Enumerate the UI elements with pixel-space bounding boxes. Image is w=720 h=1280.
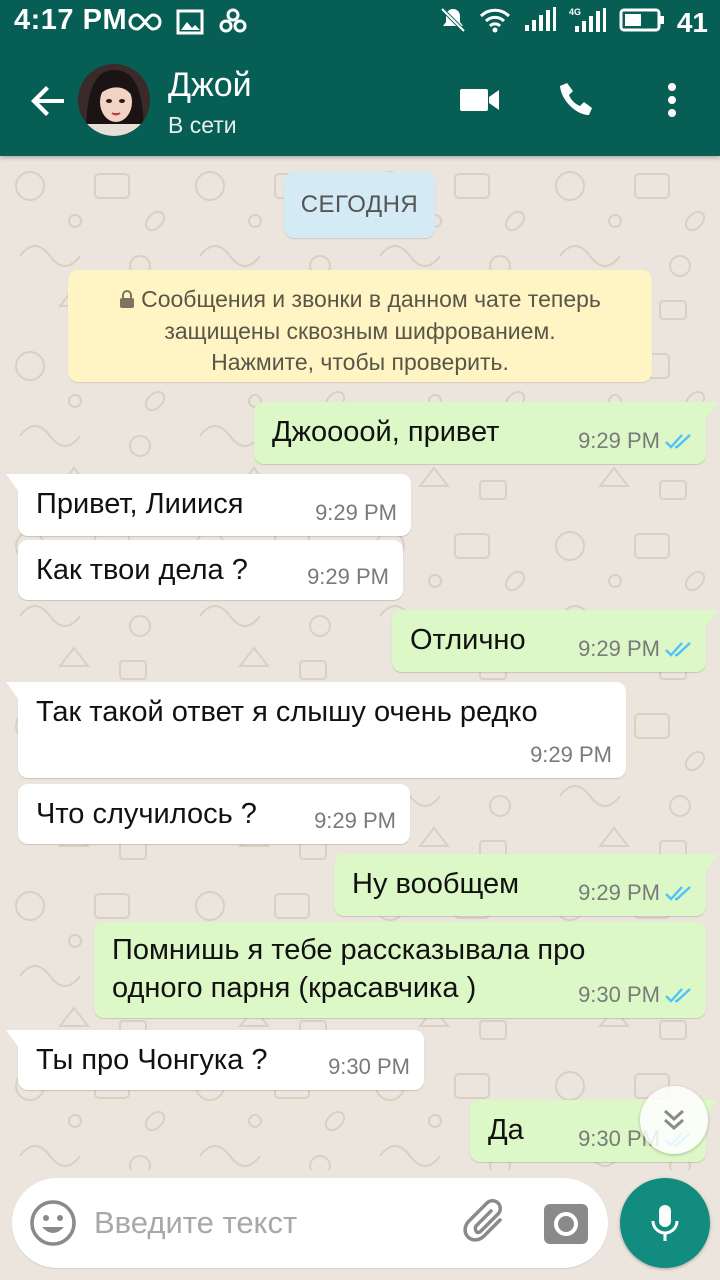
message-incoming[interactable]: Что случилось ? 9:29 PM: [18, 784, 410, 844]
bubble-tail: [6, 474, 26, 496]
message-text: Да: [488, 1114, 524, 1146]
message-text: Привет, Лииися: [36, 488, 244, 520]
message-outgoing[interactable]: Ну вообщем 9:29 PM: [334, 854, 718, 916]
infinity-icon: [128, 11, 162, 38]
message-time: 9:29 PM: [530, 742, 612, 767]
message-outgoing[interactable]: Отлично 9:29 PM: [392, 610, 718, 672]
phone-icon: [560, 83, 592, 115]
battery-level: 41: [676, 6, 708, 38]
camera-icon: [544, 1204, 588, 1244]
paperclip-icon: [463, 1199, 502, 1242]
message-time: 9:29 PM: [315, 500, 397, 525]
message-time: 9:29 PM: [578, 880, 660, 905]
message-text: Ты про Чонгука ?: [36, 1044, 268, 1076]
message-incoming[interactable]: Привет, Лииися 9:29 PM: [6, 474, 411, 536]
composer: [0, 1170, 720, 1280]
emoji-button[interactable]: [28, 1198, 78, 1248]
lock-icon: [119, 285, 135, 316]
message-input-container: [12, 1178, 608, 1268]
encryption-notice[interactable]: Сообщения и звонки в данном чате теперь …: [68, 270, 652, 382]
encryption-notice-line1: Сообщения и звонки в данном чате теперь: [141, 286, 601, 312]
chat-header: Джой В сети: [0, 44, 720, 156]
video-call-button[interactable]: [454, 74, 506, 126]
voice-record-button[interactable]: [620, 1178, 710, 1268]
back-button[interactable]: [26, 78, 72, 124]
contact-status: В сети: [168, 112, 237, 138]
arrow-left-icon: [31, 86, 64, 116]
contact-avatar[interactable]: [78, 64, 150, 136]
message-time: 9:30 PM: [578, 982, 660, 1007]
message-incoming[interactable]: Так такой ответ я слышу очень редко 9:29…: [6, 682, 626, 778]
message-time: 9:29 PM: [314, 808, 396, 833]
camera-button[interactable]: [540, 1198, 592, 1248]
double-check-icon: [665, 434, 691, 449]
attach-button[interactable]: [460, 1196, 514, 1250]
status-bar: 4:17 PM 4G 41: [0, 0, 720, 44]
double-check-icon: [665, 642, 691, 657]
message-text: Ну вообщем: [352, 868, 520, 900]
message-time: 9:29 PM: [307, 564, 389, 589]
encryption-notice-line2: защищены сквозным шифрованием.: [164, 318, 556, 344]
message-time: 9:30 PM: [328, 1054, 410, 1079]
image-icon: [176, 9, 204, 40]
battery-icon: [619, 7, 665, 38]
double-chevron-down-icon: [664, 1109, 684, 1131]
emoji-icon: [30, 1200, 76, 1246]
avatar: [78, 64, 150, 136]
message-incoming[interactable]: Ты про Чонгука ? 9:30 PM: [6, 1030, 424, 1090]
svg-text:4G: 4G: [569, 7, 581, 17]
message-text: Так такой ответ я слышу очень редко: [36, 696, 538, 728]
message-incoming[interactable]: Как твои дела ? 9:29 PM: [18, 540, 403, 600]
status-time: 4:17 PM: [14, 4, 128, 36]
signal-4g-icon: 4G: [569, 6, 607, 39]
more-vert-icon: [668, 83, 676, 117]
microphone-icon: [651, 1205, 679, 1241]
message-input[interactable]: [94, 1196, 444, 1250]
message-time: 9:29 PM: [578, 636, 660, 661]
chat-area[interactable]: СЕГОДНЯ Сообщения и звонки в данном чате…: [0, 156, 720, 1170]
more-options-button[interactable]: [646, 74, 698, 126]
date-chip: СЕГОДНЯ: [284, 172, 435, 238]
bubble-tail: [698, 402, 718, 424]
voice-call-button[interactable]: [550, 74, 602, 126]
scroll-to-bottom-button[interactable]: [640, 1086, 708, 1154]
message-outgoing[interactable]: Джоооой, привет 9:29 PM: [254, 402, 718, 464]
message-text: Что случилось ?: [36, 798, 257, 830]
message-text: Как твои дела ?: [36, 554, 248, 586]
bubble-tail: [6, 1030, 26, 1052]
wifi-icon: [479, 7, 511, 38]
link-icon: [218, 8, 248, 41]
bubble-tail: [698, 610, 718, 632]
message-text-line2: одного парня (красавчика ): [112, 972, 477, 1004]
signal-icon: [523, 7, 557, 38]
bubble-tail: [6, 682, 26, 704]
message-outgoing[interactable]: Помнишь я тебе рассказывала про одного п…: [94, 922, 706, 1018]
double-check-icon: [665, 988, 691, 1003]
encryption-notice-line3: Нажмите, чтобы проверить.: [211, 349, 509, 375]
bubble-tail: [698, 854, 718, 876]
mute-icon: [439, 6, 467, 39]
double-check-icon: [665, 886, 691, 901]
message-text: Отлично: [410, 624, 526, 656]
message-text: Джоооой, привет: [272, 416, 500, 448]
message-time: 9:29 PM: [578, 428, 660, 453]
contact-name[interactable]: Джой: [168, 66, 252, 105]
video-call-icon: [460, 89, 499, 111]
message-text-line1: Помнишь я тебе рассказывала про: [112, 934, 586, 966]
